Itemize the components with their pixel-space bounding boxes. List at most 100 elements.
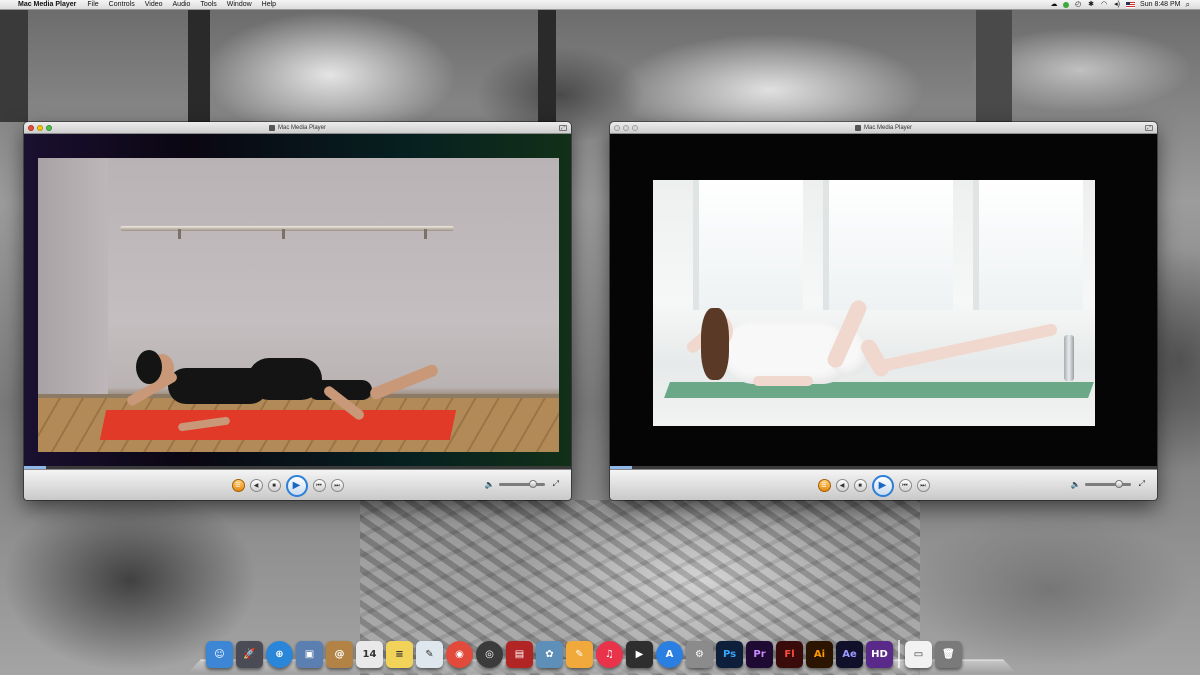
window-controls [614,125,638,131]
zoom-button[interactable] [46,125,52,131]
chrome-glyph: ◉ [455,649,464,660]
menubar-clock[interactable]: Sun 8:48 PM [1140,1,1180,8]
next-button[interactable]: ⏭ [330,479,344,492]
green-status-icon[interactable] [1063,1,1070,8]
iphoto-glyph: ✿ [545,649,554,660]
illustrator-glyph: Ai [813,649,826,660]
menu-window[interactable]: Window [222,1,257,8]
trash-icon[interactable]: 🗑 [935,641,962,668]
close-button[interactable] [28,125,34,131]
safari-icon[interactable]: ⊕ [266,641,293,668]
fullscreen-icon[interactable]: ⤢ [1139,479,1145,489]
cloud-sync-icon[interactable]: ☁ [1050,1,1058,8]
bluetooth-icon[interactable]: ✱ [1087,1,1095,8]
flash-icon[interactable]: Fl [776,641,803,668]
playlist-button[interactable]: ☰ [231,479,245,492]
itunes-glyph: ♫ [605,649,614,660]
quicktime-icon[interactable]: ▶ [626,641,653,668]
play-button[interactable]: ▶ [871,474,894,497]
window-title: Mac Media Player [277,124,327,131]
chrome-icon[interactable]: ◉ [446,641,473,668]
volume-slider[interactable] [1084,479,1131,488]
textedit-icon[interactable]: ✎ [416,641,443,668]
previous-button[interactable]: ⏮ [898,479,912,492]
wifi-icon[interactable]: ◠ [1100,1,1108,8]
wallpaper-bunk-post [188,10,210,122]
hd-media-icon[interactable]: HD [866,641,893,668]
volume-icon[interactable]: 🔈 [485,480,495,489]
rewind-button[interactable]: ◀ [249,479,263,492]
menu-file[interactable]: File [82,1,103,8]
volume-icon[interactable]: ◂) [1113,1,1121,8]
menu-video[interactable]: Video [140,1,168,8]
launchpad-icon[interactable]: 🚀 [236,641,263,668]
preview-icon[interactable]: ▣ [296,641,323,668]
menu-audio[interactable]: Audio [168,1,196,8]
window-titlebar[interactable]: Mac Media Player ⤢ [610,122,1157,134]
camera-icon[interactable]: ◎ [476,641,503,668]
volume-slider-knob[interactable] [529,479,538,488]
volume-slider[interactable] [498,479,545,488]
video-display[interactable] [610,134,1157,468]
fullscreen-toggle-icon[interactable]: ⤢ [1145,125,1153,131]
itunes-icon[interactable]: ♫ [596,641,623,668]
stop-button[interactable]: ■ [267,479,281,492]
video-person-forearm [753,376,813,386]
pages-icon[interactable]: ✎ [566,641,593,668]
stop-button[interactable]: ■ [853,479,867,492]
menu-controls[interactable]: Controls [104,1,140,8]
calendar-icon[interactable]: 14 [356,641,383,668]
camera-glyph: ◎ [485,649,494,660]
time-machine-icon[interactable]: ◴ [1074,1,1082,8]
status-area: ☁ ◴ ✱ ◠ ◂) Sun 8:48 PM ⌕ [1050,0,1200,10]
flash-glyph: Fl [784,649,795,660]
video-ballet-barre [120,226,454,231]
contacts-icon[interactable]: @ [326,641,353,668]
finder-glyph: ☺ [214,649,225,660]
volume-slider-knob[interactable] [1115,479,1124,488]
preview-glyph: ▣ [304,649,315,660]
video-studio-window [823,180,953,310]
menu-tools[interactable]: Tools [195,1,221,8]
spotlight-icon[interactable]: ⌕ [1186,0,1190,10]
flag-us-icon[interactable] [1126,1,1136,8]
photobooth-icon[interactable]: ▤ [506,641,533,668]
control-bar: ☰ ◀ ■ ▶ ⏮ ⏭ 🔈 ⤢ [610,469,1157,500]
finder-icon[interactable]: ☺ [206,641,233,668]
video-wall-pillar [38,158,108,398]
video-frame [653,180,1095,426]
fullscreen-icon[interactable]: ⤢ [553,479,559,489]
playlist-button[interactable]: ☰ [817,479,831,492]
next-button[interactable]: ⏭ [916,479,930,492]
menu-help[interactable]: Help [257,1,281,8]
video-barre-bracket [282,229,285,239]
illustrator-icon[interactable]: Ai [806,641,833,668]
video-display[interactable] [24,134,571,468]
minimize-button[interactable] [37,125,43,131]
appstore-icon[interactable]: A [656,641,683,668]
after-effects-glyph: Ae [842,649,857,660]
premiere-glyph: Pr [753,649,766,660]
document-stack-glyph: ▭ [913,649,924,660]
window-titlebar[interactable]: Mac Media Player ⤢ [24,122,571,134]
fullscreen-toggle-icon[interactable]: ⤢ [559,125,567,131]
app-menu[interactable]: Mac Media Player [16,1,82,8]
video-person-hair [136,350,162,384]
after-effects-icon[interactable]: Ae [836,641,863,668]
document-stack-icon[interactable]: ▭ [905,641,932,668]
video-frame [38,158,559,452]
photoshop-icon[interactable]: Ps [716,641,743,668]
video-barre-bracket [178,229,181,239]
previous-button[interactable]: ⏮ [312,479,326,492]
minimize-button[interactable] [623,125,629,131]
volume-icon[interactable]: 🔈 [1071,480,1081,489]
close-button[interactable] [614,125,620,131]
notes-icon[interactable]: ≡ [386,641,413,668]
safari-glyph: ⊕ [275,649,284,660]
iphoto-icon[interactable]: ✿ [536,641,563,668]
system-preferences-icon[interactable]: ⚙ [686,641,713,668]
premiere-icon[interactable]: Pr [746,641,773,668]
rewind-button[interactable]: ◀ [835,479,849,492]
play-button[interactable]: ▶ [285,474,308,497]
zoom-button[interactable] [632,125,638,131]
